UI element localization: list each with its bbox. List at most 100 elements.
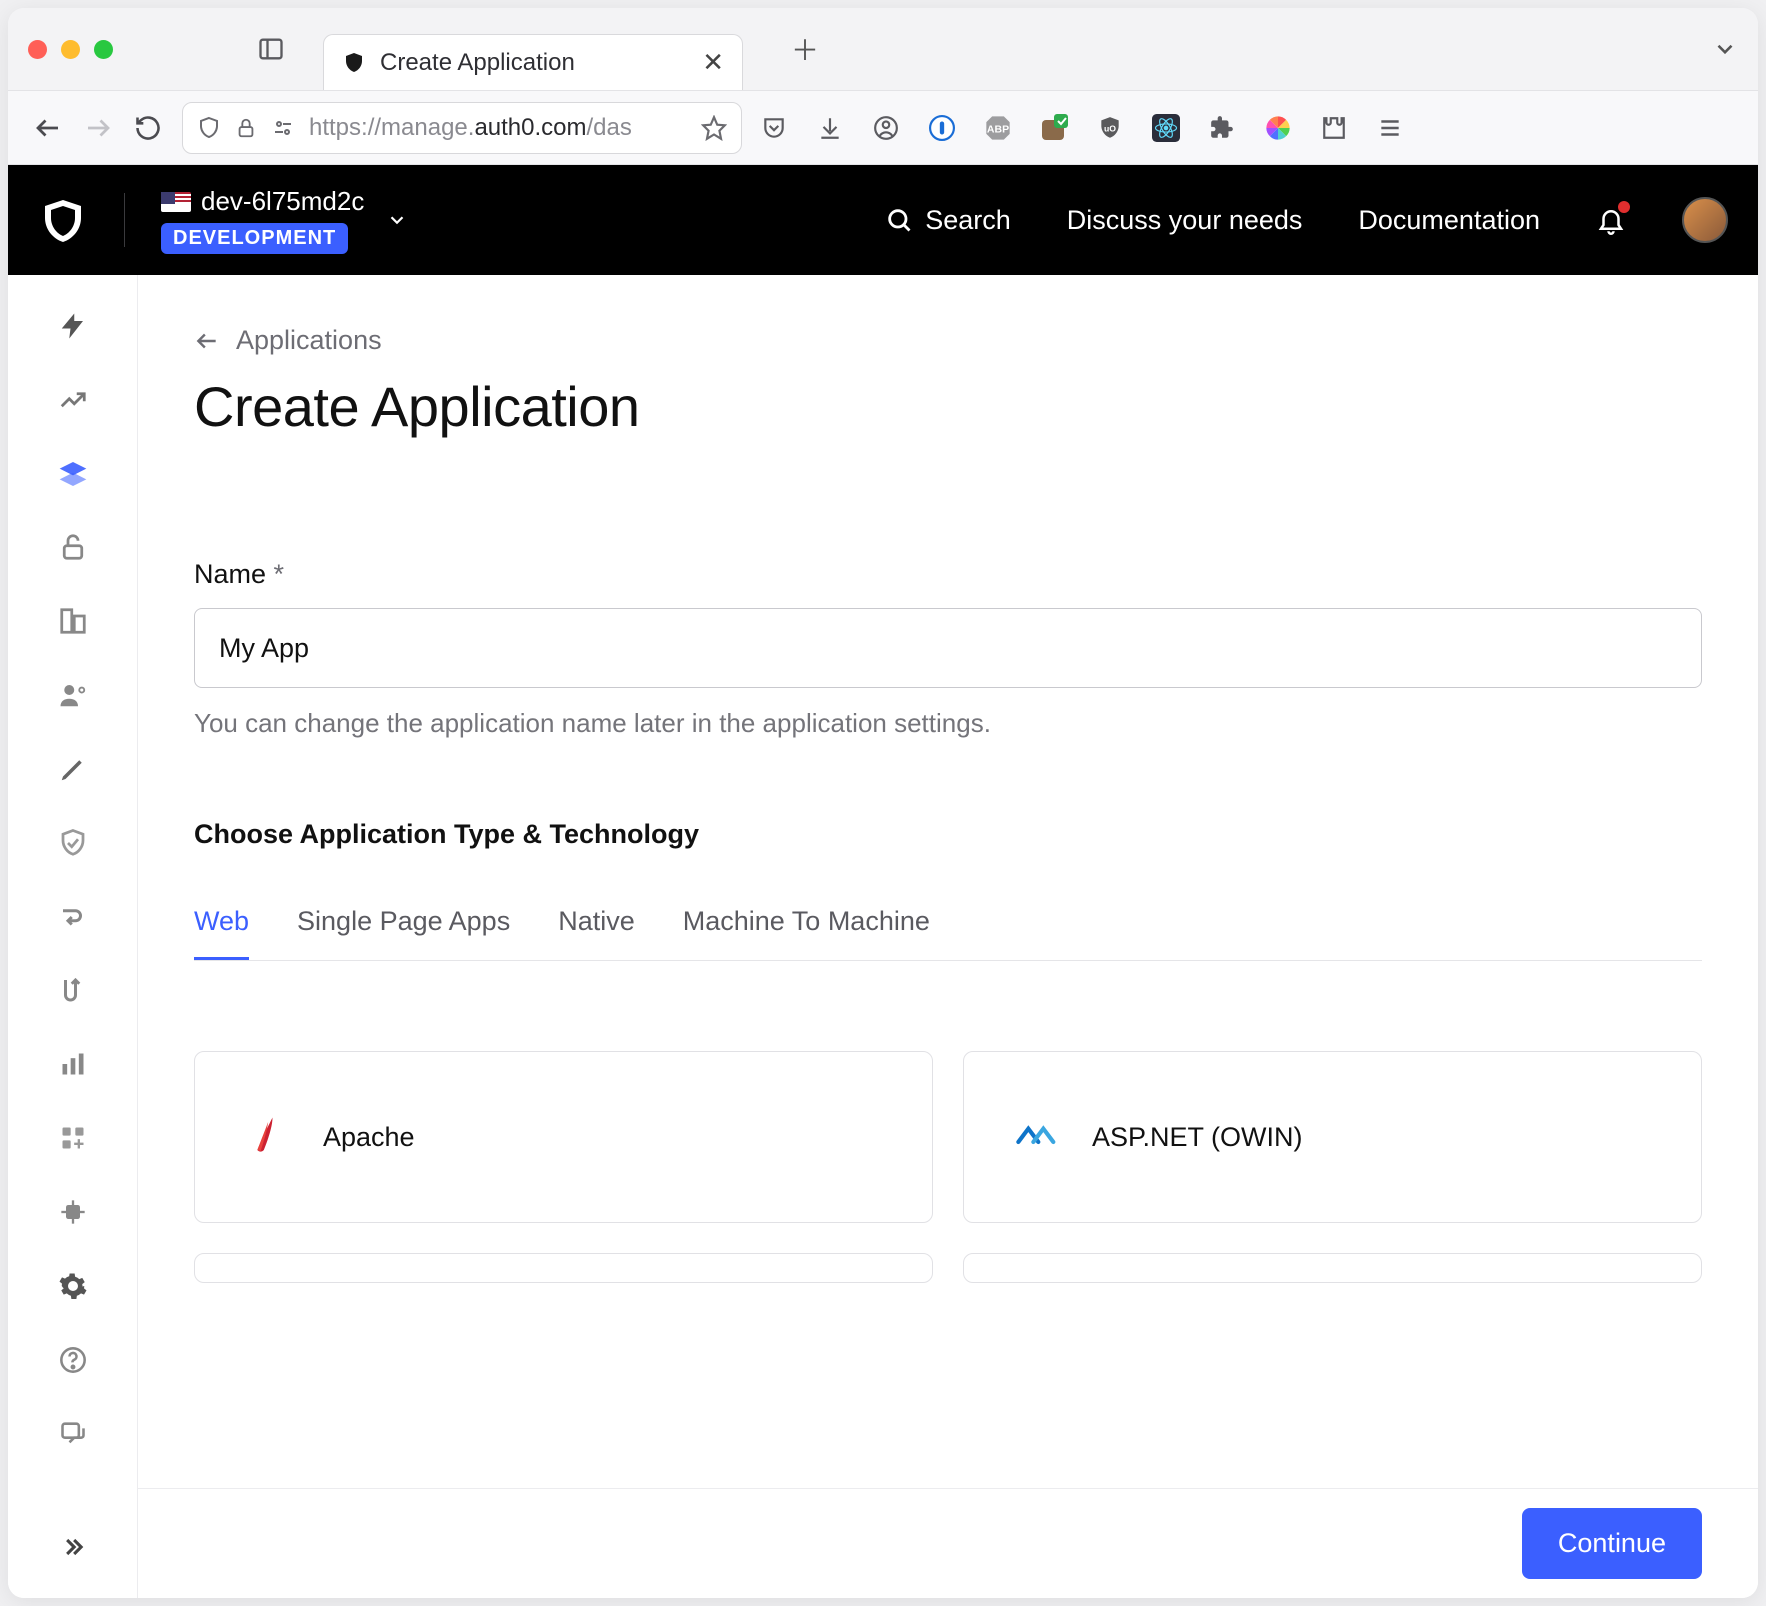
tech-label: ASP.NET (OWIN) (1092, 1122, 1303, 1153)
maximize-window-button[interactable] (94, 40, 113, 59)
nav-extensions-icon[interactable] (56, 1195, 90, 1229)
footer-bar: Continue (138, 1488, 1758, 1598)
tenant-switcher[interactable]: dev-6l75md2c DEVELOPMENT (161, 186, 408, 254)
breadcrumb-parent: Applications (236, 325, 382, 356)
tab-favicon-shield-icon (342, 51, 366, 75)
us-flag-icon (161, 192, 191, 212)
notification-dot-icon (1618, 201, 1630, 213)
permissions-icon (271, 116, 295, 140)
ublock-icon[interactable]: uO (1096, 114, 1124, 142)
nav-applications-icon[interactable] (56, 457, 90, 491)
tab-web[interactable]: Web (194, 906, 249, 960)
extensions-puzzle-icon[interactable] (1320, 114, 1348, 142)
search-button[interactable]: Search (885, 205, 1011, 236)
environment-badge: DEVELOPMENT (161, 223, 348, 254)
tab-native[interactable]: Native (558, 906, 635, 960)
tab-m2m[interactable]: Machine To Machine (683, 906, 930, 960)
nav-help-icon[interactable] (56, 1343, 90, 1377)
react-devtools-icon[interactable] (1152, 114, 1180, 142)
extension-generic-icon[interactable] (1208, 114, 1236, 142)
tab-title: Create Application (380, 49, 575, 77)
forward-button[interactable] (82, 112, 114, 144)
breadcrumb[interactable]: Applications (194, 325, 1702, 356)
nav-forms-icon[interactable] (56, 973, 90, 1007)
tab-close-icon[interactable]: ✕ (702, 47, 724, 78)
name-field-label: Name * (194, 559, 1702, 590)
new-tab-button[interactable]: ＋ (791, 37, 815, 61)
nav-monitoring-icon[interactable] (56, 1047, 90, 1081)
browser-window: Create Application ✕ ＋ (8, 8, 1758, 1598)
svg-text:uO: uO (1104, 123, 1116, 133)
left-nav (8, 275, 138, 1598)
tabs-overflow-chevron-icon[interactable] (1712, 36, 1738, 62)
back-button[interactable] (32, 112, 64, 144)
pocket-icon[interactable] (760, 114, 788, 142)
bookmark-star-icon[interactable] (701, 115, 727, 141)
tech-card-placeholder[interactable] (963, 1253, 1702, 1283)
nav-settings-icon[interactable] (56, 1269, 90, 1303)
onepassword-icon[interactable] (928, 114, 956, 142)
nav-authentication-icon[interactable] (56, 530, 90, 564)
menu-hamburger-icon[interactable] (1376, 114, 1404, 142)
tech-label: Apache (323, 1122, 415, 1153)
app-type-tabs: Web Single Page Apps Native Machine To M… (194, 906, 1702, 961)
extension-badge-icon[interactable] (1040, 114, 1068, 142)
main-content: Applications Create Application Name * Y… (138, 275, 1758, 1598)
app-body: Applications Create Application Name * Y… (8, 275, 1758, 1598)
nav-getting-started-icon[interactable] (56, 309, 90, 343)
nav-security-icon[interactable] (56, 826, 90, 860)
browser-tab-active[interactable]: Create Application ✕ (323, 34, 743, 90)
titlebar: Create Application ✕ ＋ (8, 8, 1758, 91)
minimize-window-button[interactable] (61, 40, 80, 59)
tabbar: Create Application ✕ (323, 8, 743, 90)
shield-icon (197, 116, 221, 140)
lock-icon (235, 117, 257, 139)
address-bar: https://manage.auth0.com/das ABP uO (8, 91, 1758, 165)
window-controls (28, 40, 113, 59)
reload-button[interactable] (132, 112, 164, 144)
documentation-link[interactable]: Documentation (1358, 205, 1540, 236)
back-arrow-icon (194, 328, 220, 354)
chevron-down-icon (386, 209, 408, 231)
tech-card-apache[interactable]: Apache (194, 1051, 933, 1223)
nav-actions-icon[interactable] (56, 900, 90, 934)
continue-button[interactable]: Continue (1522, 1508, 1702, 1579)
svg-text:ABP: ABP (987, 123, 1009, 135)
topbar-right: Search Discuss your needs Documentation (885, 197, 1728, 243)
nav-expand-icon[interactable] (56, 1530, 90, 1564)
search-icon (885, 206, 913, 234)
tab-spa[interactable]: Single Page Apps (297, 906, 510, 960)
aspnet-icon (1008, 1110, 1062, 1164)
sidebar-toggle-icon[interactable] (257, 35, 285, 63)
nav-marketplace-icon[interactable] (56, 1121, 90, 1155)
nav-activity-icon[interactable] (56, 383, 90, 417)
nav-feedback-icon[interactable] (56, 1416, 90, 1450)
color-wheel-icon[interactable] (1264, 114, 1292, 142)
notifications-button[interactable] (1596, 205, 1626, 235)
apache-icon (239, 1110, 293, 1164)
url-text: https://manage.auth0.com/das (309, 114, 632, 142)
app-topbar: dev-6l75md2c DEVELOPMENT Search Discuss … (8, 165, 1758, 275)
technology-grid: Apache ASP.NET (OWIN) (194, 1051, 1702, 1283)
name-input[interactable] (194, 608, 1702, 688)
tenant-name: dev-6l75md2c (201, 186, 364, 217)
app-shell: dev-6l75md2c DEVELOPMENT Search Discuss … (8, 165, 1758, 1598)
nav-organizations-icon[interactable] (56, 604, 90, 638)
toolbar-extensions: ABP uO (760, 114, 1734, 142)
name-help-text: You can change the application name late… (194, 708, 1702, 739)
search-label: Search (925, 205, 1011, 236)
url-input[interactable]: https://manage.auth0.com/das (182, 102, 742, 154)
user-avatar[interactable] (1682, 197, 1728, 243)
discuss-link[interactable]: Discuss your needs (1067, 205, 1303, 236)
page-title: Create Application (194, 374, 1702, 439)
auth0-logo-icon[interactable] (38, 195, 88, 245)
nav-users-icon[interactable] (56, 678, 90, 712)
nav-branding-icon[interactable] (56, 752, 90, 786)
close-window-button[interactable] (28, 40, 47, 59)
tech-card-aspnet[interactable]: ASP.NET (OWIN) (963, 1051, 1702, 1223)
tech-card-placeholder[interactable] (194, 1253, 933, 1283)
account-icon[interactable] (872, 114, 900, 142)
adblock-icon[interactable]: ABP (984, 114, 1012, 142)
divider (124, 193, 125, 247)
download-icon[interactable] (816, 114, 844, 142)
